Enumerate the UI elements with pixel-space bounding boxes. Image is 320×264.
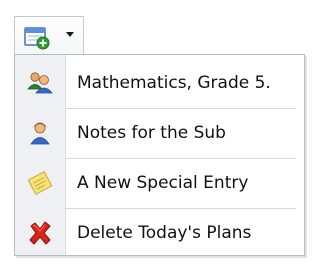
user-icon xyxy=(26,119,54,147)
menu-item-notes-for-the-sub[interactable]: Notes for the Sub xyxy=(15,108,304,158)
new-entry-dropdown-button[interactable] xyxy=(14,16,84,54)
new-entry-menu: Mathematics, Grade 5. Notes for the Sub xyxy=(14,54,305,256)
sticky-note-icon xyxy=(26,169,54,197)
menu-item-label: A New Special Entry xyxy=(77,173,249,193)
menu-item-label: Delete Today's Plans xyxy=(77,223,252,243)
calendar-add-icon xyxy=(24,26,52,50)
delete-x-icon xyxy=(26,219,54,247)
group-icon xyxy=(26,69,54,97)
menu-item-label: Mathematics, Grade 5. xyxy=(77,73,271,93)
menu-item-mathematics-grade-5[interactable]: Mathematics, Grade 5. xyxy=(15,58,304,108)
menu-item-delete-todays-plans[interactable]: Delete Today's Plans xyxy=(15,208,304,258)
chevron-down-icon xyxy=(66,32,74,37)
menu-item-label: Notes for the Sub xyxy=(77,123,226,143)
menu-item-a-new-special-entry[interactable]: A New Special Entry xyxy=(15,158,304,208)
